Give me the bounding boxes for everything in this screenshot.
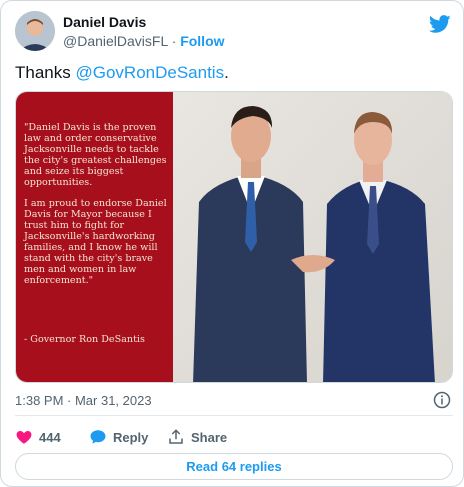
tweet-media-image[interactable]: "Daniel Davis is the proven law and orde… [15,91,453,383]
like-count: 444 [39,429,61,445]
heart-icon [16,431,32,444]
share-label: Share [191,429,228,445]
follow-button[interactable]: Follow [180,33,224,49]
share-icon [169,429,183,444]
author-handle[interactable]: @DanielDavisFL [63,33,168,49]
separator: · [171,33,177,49]
mention-link[interactable]: @GovRonDeSantis [75,63,224,82]
info-icon[interactable] [433,391,451,409]
tweet-text-suffix: . [224,63,229,82]
tweet-text: Thanks @GovRonDeSantis. [15,63,229,83]
author-handle-line: @DanielDavisFL · Follow [63,33,225,49]
like-button[interactable]: 444 [15,426,61,448]
author-name[interactable]: Daniel Davis [63,14,146,30]
divider [15,415,453,416]
reply-button[interactable]: Reply [89,426,148,448]
quote-panel: "Daniel Davis is the proven law and orde… [16,92,173,382]
photo [173,92,452,382]
quote-text: "Daniel Davis is the proven law and orde… [24,122,169,296]
tweet-timestamp[interactable]: 1:38 PM · Mar 31, 2023 [15,393,152,408]
tweet-header: Daniel Davis @DanielDavisFL · Follow [15,11,455,53]
reply-bubble-icon [90,430,106,444]
quote-paragraph-1: "Daniel Davis is the proven law and orde… [24,122,167,188]
share-button[interactable]: Share [167,426,227,448]
tweet-card: Daniel Davis @DanielDavisFL · Follow Tha… [0,0,464,487]
read-replies-button[interactable]: Read 64 replies [15,453,453,480]
tweet-text-prefix: Thanks [15,63,76,82]
quote-attribution: - Governor Ron DeSantis [24,334,145,345]
action-bar: 444 Reply Share [15,426,455,448]
reply-label: Reply [113,429,149,445]
twitter-bird-icon[interactable] [429,13,451,35]
quote-paragraph-2: I am proud to endorse Daniel Davis for M… [24,198,167,286]
avatar[interactable] [15,11,55,51]
